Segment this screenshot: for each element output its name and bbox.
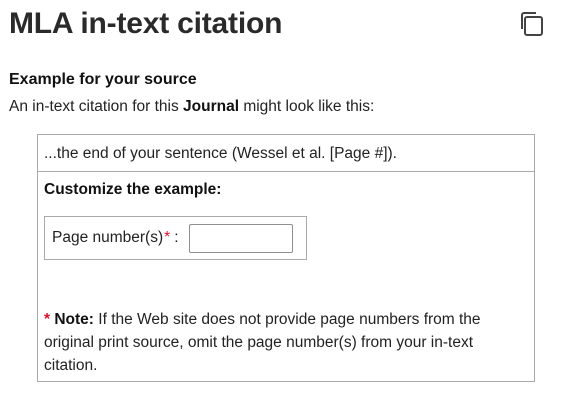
label-colon: : <box>174 229 179 246</box>
intro-text: An in-text citation for this Journal mig… <box>9 97 374 117</box>
note-label: Note: <box>54 311 94 328</box>
intro-suffix: might look like this: <box>243 98 375 115</box>
customize-heading: Customize the example: <box>44 181 222 198</box>
page-number-input[interactable] <box>188 223 293 253</box>
page-number-field-group: Page number(s) * : <box>44 216 307 260</box>
page-title: MLA in-text citation <box>9 7 283 40</box>
intro-prefix: An in-text citation for this <box>9 98 179 115</box>
example-box: ...the end of your sentence (Wessel et a… <box>37 134 535 382</box>
source-type: Journal <box>183 98 240 115</box>
citation-example: ...the end of your sentence (Wessel et a… <box>38 135 534 172</box>
source-heading: Example for your source <box>9 71 197 88</box>
page-number-label: Page number(s) <box>52 229 164 246</box>
note-star: * <box>44 311 51 328</box>
note-text: * Note: If the Web site does not provide… <box>44 308 514 377</box>
required-marker: * <box>164 229 171 246</box>
copy-button[interactable] <box>517 9 547 39</box>
copy-icon <box>521 12 543 36</box>
note-body: If the Web site does not provide page nu… <box>44 311 481 374</box>
citation-panel: MLA in-text citation Example for your so… <box>0 0 564 400</box>
